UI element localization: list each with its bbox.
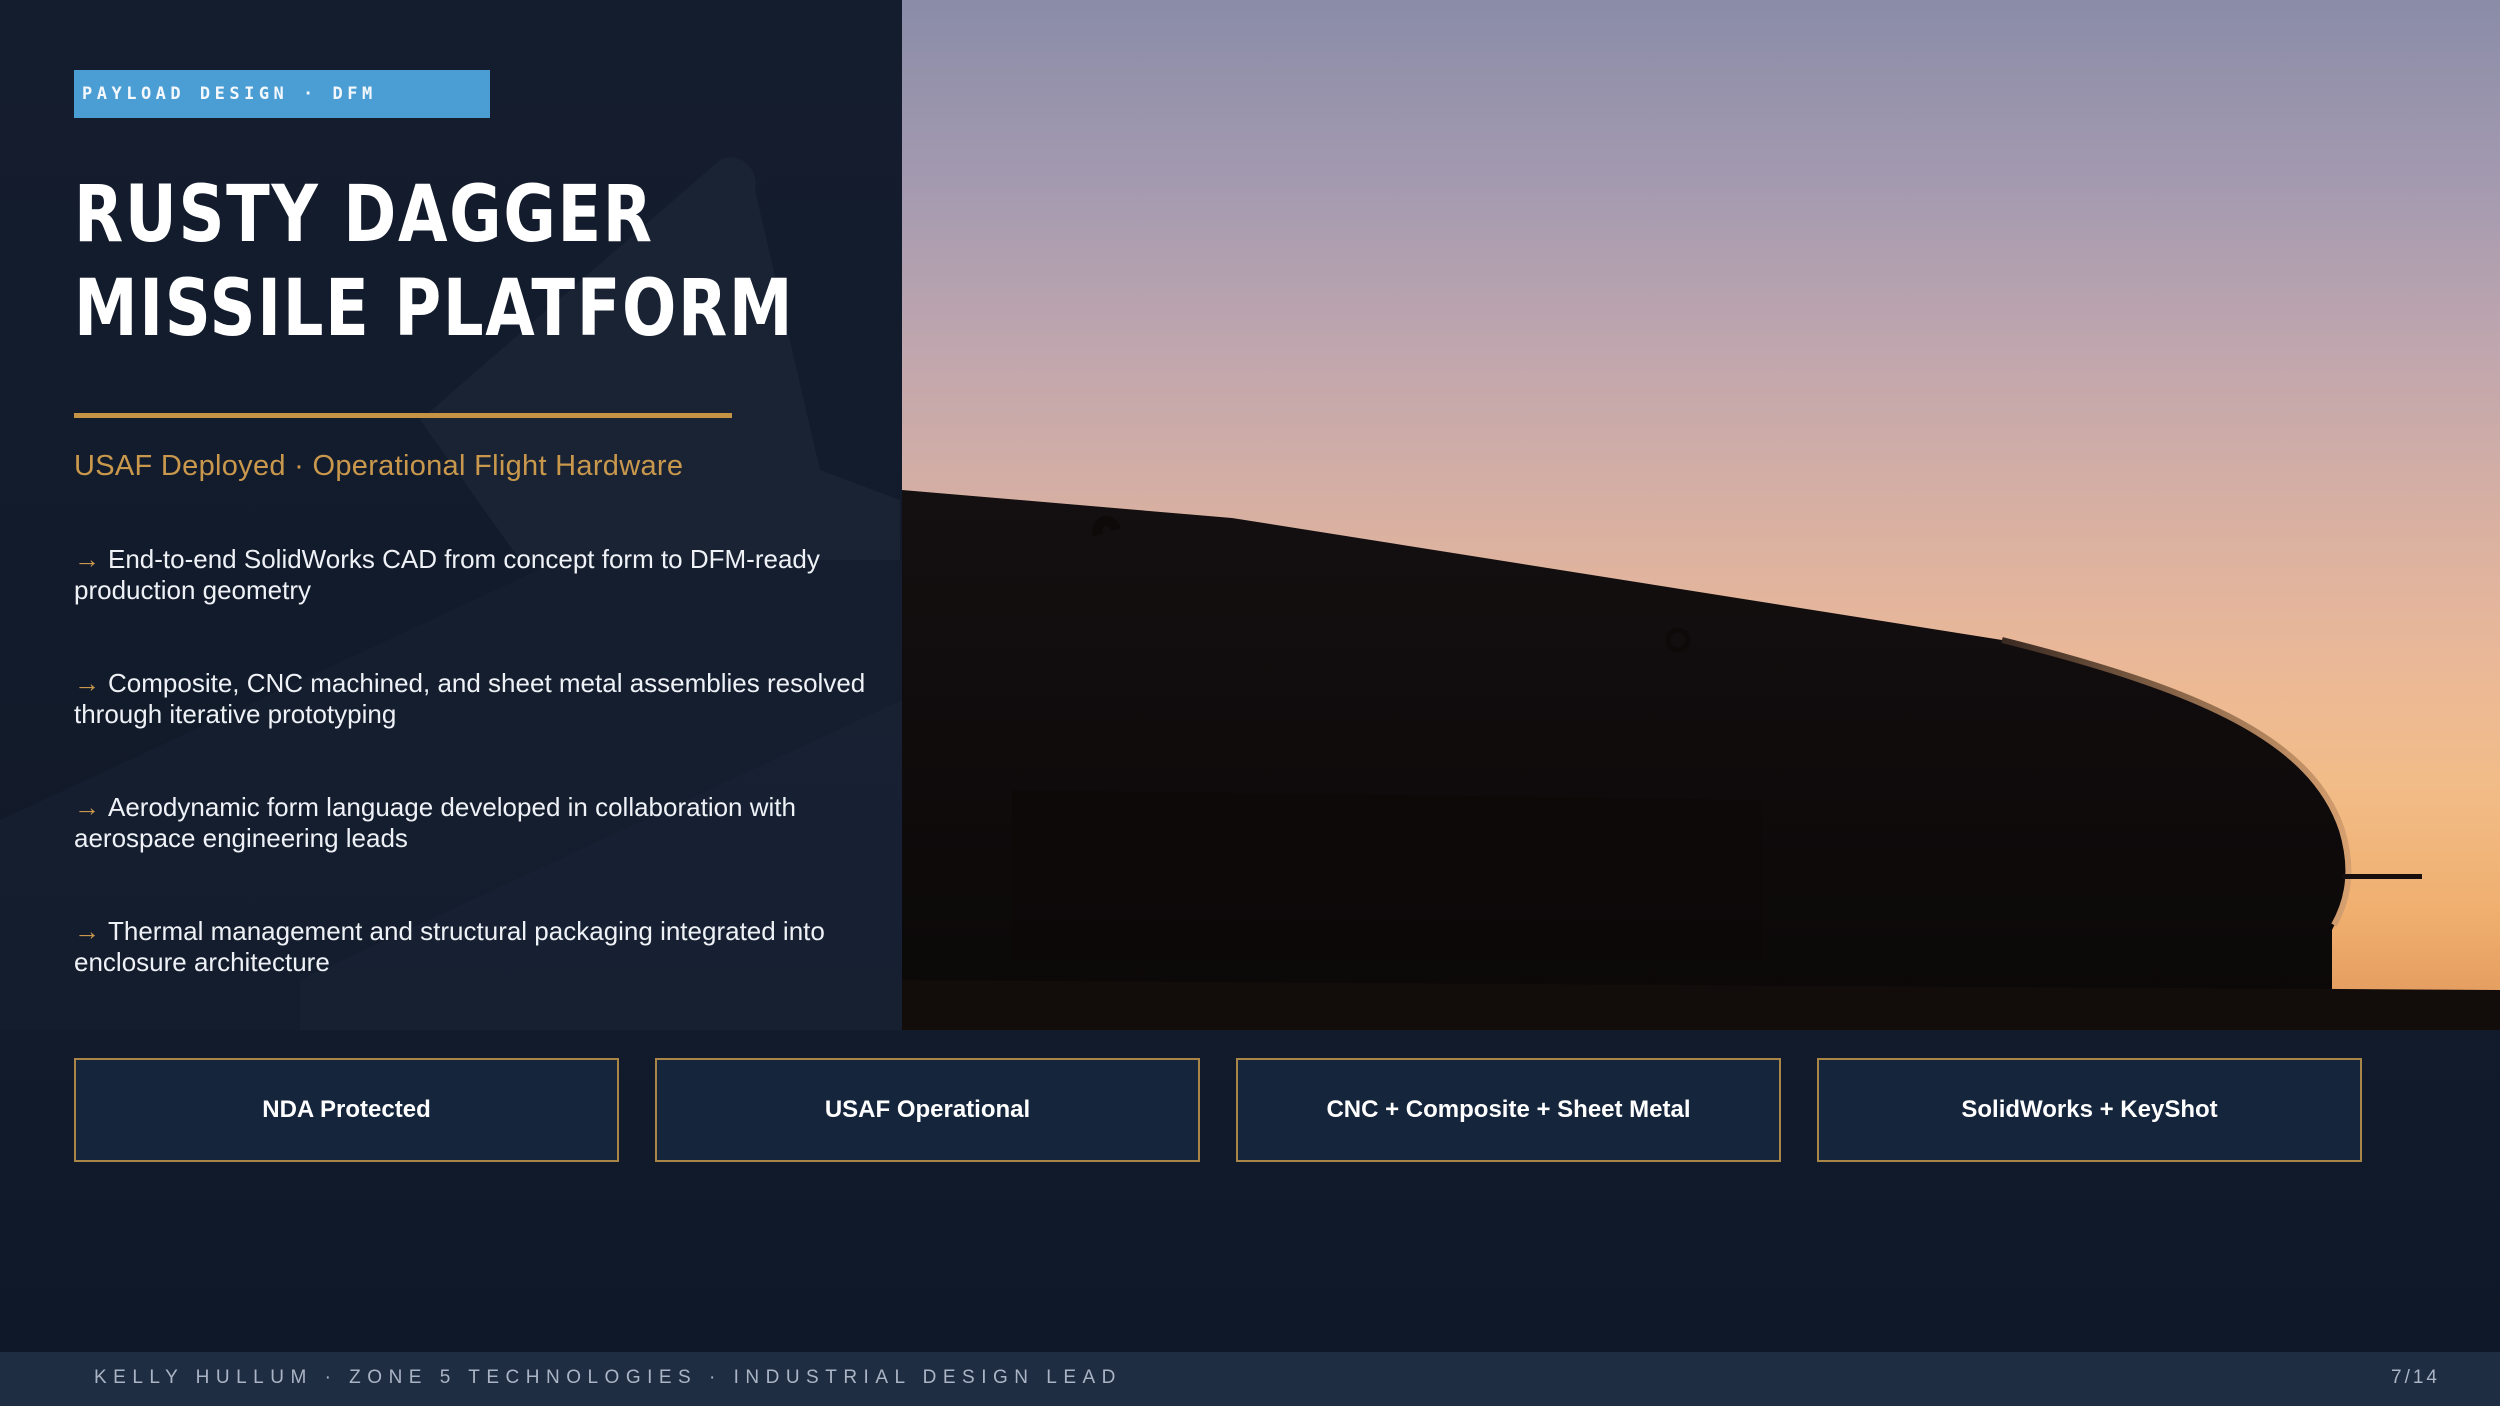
badge-label: CNC + Composite + Sheet Metal — [1326, 1096, 1691, 1123]
badge-label: SolidWorks + KeyShot — [1961, 1096, 2218, 1123]
bullet-item: → Composite, CNC machined, and sheet meta… — [74, 668, 904, 730]
right-arrow-icon: → — [74, 916, 100, 946]
right-arrow-icon: → — [74, 544, 100, 574]
badge-manufacturing: CNC + Composite + Sheet Metal — [1236, 1058, 1781, 1162]
badge-software: SolidWorks + KeyShot — [1817, 1058, 2362, 1162]
content-panel — [0, 0, 902, 1030]
footer-credit: KELLY HULLUM · ZONE 5 TECHNOLOGIES · IND… — [94, 1367, 1122, 1388]
bullet-item: → Aerodynamic form language developed in … — [74, 792, 904, 854]
page-title: RUSTY DAGGER MISSILE PLATFORM — [74, 168, 794, 356]
bullet-item: → End-to-end SolidWorks CAD from concept … — [74, 544, 904, 606]
badge-label: NDA Protected — [262, 1096, 431, 1123]
bullet-text: Composite, CNC machined, and sheet metal… — [74, 668, 866, 729]
tail-fin-silhouette — [0, 157, 902, 1030]
bullet-text: End-to-end SolidWorks CAD from concept f… — [74, 544, 820, 605]
aircraft-silhouette — [902, 490, 2500, 1030]
subtitle: USAF Deployed · Operational Flight Hardw… — [74, 450, 684, 482]
aircraft-photo — [902, 0, 2500, 1030]
badge-label: USAF Operational — [824, 1096, 1031, 1123]
bullet-text: Thermal management and structural packag… — [74, 916, 825, 977]
right-arrow-icon: → — [74, 792, 100, 822]
section-kicker: PAYLOAD DESIGN · DFM — [74, 70, 490, 118]
title-divider — [74, 413, 732, 418]
footer: KELLY HULLUM · ZONE 5 TECHNOLOGIES · IND… — [0, 1352, 2500, 1406]
page-number: 7/14 — [2391, 1367, 2440, 1388]
right-arrow-icon: → — [74, 668, 100, 698]
badge-usaf: USAF Operational — [655, 1058, 1200, 1162]
kicker-label: PAYLOAD DESIGN · DFM — [82, 84, 377, 104]
title-line-1: RUSTY DAGGER — [74, 170, 654, 260]
bullet-item: → Thermal management and structural packa… — [74, 916, 904, 978]
bullet-text: Aerodynamic form language developed in c… — [74, 792, 796, 853]
badge-nda: NDA Protected — [74, 1058, 619, 1162]
title-line-2: MISSILE PLATFORM — [74, 264, 795, 354]
